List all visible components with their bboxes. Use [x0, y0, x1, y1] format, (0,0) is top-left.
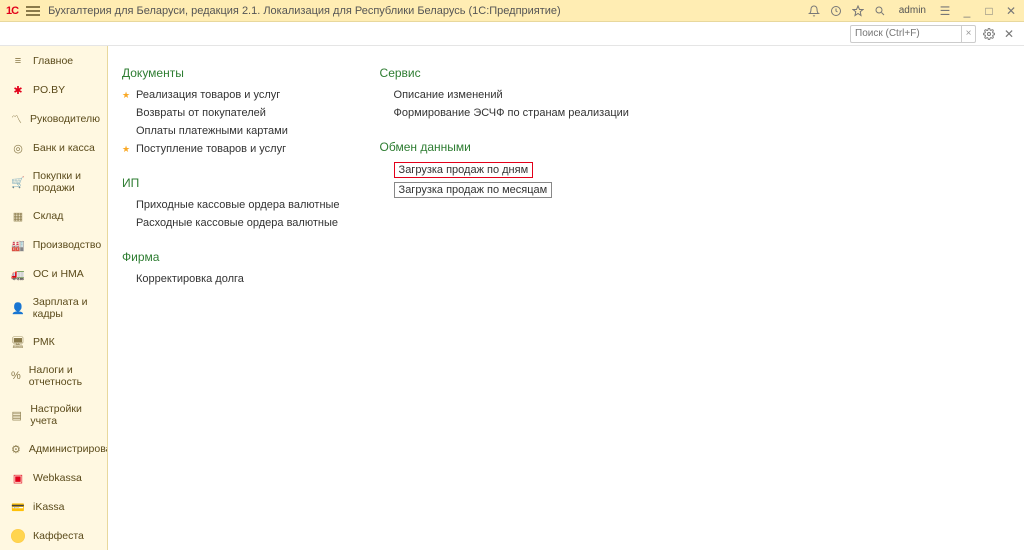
register-icon: 🖥 — [11, 335, 25, 349]
history-icon[interactable] — [829, 4, 843, 18]
sidebar-item-3[interactable]: ◎ Банк и касса — [2, 134, 105, 162]
menu-link[interactable]: Формирование ЭСЧФ по странам реализации — [394, 106, 629, 120]
search-box: × — [850, 25, 976, 43]
hamburger-icon[interactable] — [26, 6, 40, 16]
menu-link[interactable]: Загрузка продаж по месяцам — [394, 182, 553, 198]
sidebar-item-9[interactable]: 🖥 РМК — [2, 328, 105, 356]
sidebar-item-label: Банк и касса — [33, 142, 95, 154]
sidebar-item-6[interactable]: 🏭 Производство — [2, 231, 105, 259]
app-title: Бухгалтерия для Беларуси, редакция 2.1. … — [48, 5, 561, 17]
globe-icon: ◎ — [11, 141, 25, 155]
sidebar-item-2[interactable]: 〽 Руководителю — [2, 105, 105, 133]
sidebar-item-label: Налоги и отчетность — [29, 364, 96, 388]
search-input[interactable] — [851, 28, 961, 39]
sidebar-item-label: Руководителю — [30, 113, 100, 125]
menu-link[interactable]: Описание изменений — [394, 88, 629, 102]
sidebar-item-label: iKassa — [33, 501, 65, 513]
factory-icon: 🏭 — [11, 238, 25, 252]
close-icon[interactable]: ✕ — [1004, 4, 1018, 18]
sidebar-item-label: Администрирование — [29, 443, 108, 455]
sidebar-item-13[interactable]: ▣ Webkassa — [2, 464, 105, 492]
app-logo: 1C — [6, 5, 18, 17]
sidebar-item-5[interactable]: ▦ Склад — [2, 202, 105, 230]
main-layout: ≡ Главное ✱ PO.BY 〽 Руководителю ◎ Банк и касса… — [0, 46, 1024, 550]
sidebar-item-10[interactable]: % Налоги и отчетность — [2, 357, 105, 395]
sidebar-item-12[interactable]: ⚙ Администрирование — [2, 435, 105, 463]
sidebar-item-label: Настройки учета — [30, 403, 96, 427]
content-area: Документы Реализация товаров и услуг Возвр… — [108, 46, 1024, 550]
section-title: ИП — [122, 176, 340, 190]
menu-link[interactable]: Расходные кассовые ордера валютные — [136, 216, 340, 230]
tax-icon: % — [11, 369, 21, 383]
section-title: Сервис — [380, 66, 629, 80]
page-toolbar: × ✕ — [0, 22, 1024, 46]
menu-link[interactable]: Реализация товаров и услуг — [136, 88, 340, 102]
menu-link[interactable]: Оплаты платежными картами — [136, 124, 340, 138]
sidebar-item-label: Webkassa — [33, 472, 82, 484]
sidebar-item-label: ОС и НМА — [33, 268, 84, 280]
note-icon: ▤ — [11, 408, 22, 422]
minimize-icon[interactable]: _ — [960, 4, 974, 18]
section-title: Фирма — [122, 250, 340, 264]
page-close-icon[interactable]: ✕ — [1002, 27, 1016, 41]
search-icon[interactable] — [873, 4, 887, 18]
menu-icon: ≡ — [11, 54, 25, 68]
maximize-icon[interactable]: □ — [982, 4, 996, 18]
sidebar-item-1[interactable]: ✱ PO.BY — [2, 76, 105, 104]
truck-icon: 🚛 — [11, 267, 25, 281]
person-icon: 👤 — [11, 301, 25, 315]
star-icon[interactable] — [851, 4, 865, 18]
yellow-dot-icon — [11, 529, 25, 543]
titlebar: 1C Бухгалтерия для Беларуси, редакция 2.… — [0, 0, 1024, 22]
sidebar-item-15[interactable]: Каффеста — [2, 522, 105, 550]
sidebar-item-label: РМК — [33, 336, 55, 348]
menu-link[interactable]: Корректировка долга — [136, 272, 340, 286]
sidebar-item-label: Каффеста — [33, 530, 84, 542]
cart-icon: 🛒 — [11, 175, 25, 189]
boxes-icon: ▦ — [11, 209, 25, 223]
star-red-icon: ✱ — [11, 83, 25, 97]
sidebar-item-14[interactable]: 💳 iKassa — [2, 493, 105, 521]
chart-icon: 〽 — [11, 112, 22, 126]
menu-link[interactable]: Приходные кассовые ордера валютные — [136, 198, 340, 212]
bell-icon[interactable] — [807, 4, 821, 18]
menu-link[interactable]: Возвраты от покупателей — [136, 106, 340, 120]
menu-link[interactable]: Загрузка продаж по дням — [394, 162, 534, 178]
calendar-red-icon: ▣ — [11, 471, 25, 485]
sidebar-item-0[interactable]: ≡ Главное — [2, 47, 105, 75]
content-column-2: Сервис Описание изменений Формирование ЭСЧ… — [380, 66, 629, 198]
sidebar-item-label: PO.BY — [33, 84, 65, 96]
sidebar-item-label: Зарплата и кадры — [33, 296, 96, 320]
cash-icon: 💳 — [11, 500, 25, 514]
sidebar: ≡ Главное ✱ PO.BY 〽 Руководителю ◎ Банк и касса… — [0, 46, 108, 550]
section-title: Обмен данными — [380, 140, 629, 154]
settings-icon[interactable] — [982, 27, 996, 41]
sidebar-item-4[interactable]: 🛒 Покупки и продажи — [2, 163, 105, 201]
sidebar-item-8[interactable]: 👤 Зарплата и кадры — [2, 289, 105, 327]
search-clear-icon[interactable]: × — [961, 26, 975, 42]
menu-link[interactable]: Поступление товаров и услуг — [136, 142, 340, 156]
user-label[interactable]: admin — [899, 5, 926, 16]
sidebar-item-label: Покупки и продажи — [33, 170, 96, 194]
sidebar-item-label: Главное — [33, 55, 73, 67]
content-column-1: Документы Реализация товаров и услуг Возвр… — [122, 66, 340, 286]
sidebar-item-11[interactable]: ▤ Настройки учета — [2, 396, 105, 434]
gear-icon: ⚙ — [11, 442, 21, 456]
sidebar-item-label: Производство — [33, 239, 101, 251]
sidebar-item-label: Склад — [33, 210, 63, 222]
sidebar-item-7[interactable]: 🚛 ОС и НМА — [2, 260, 105, 288]
user-menu-icon[interactable]: ☰ — [938, 4, 952, 18]
section-title: Документы — [122, 66, 340, 80]
